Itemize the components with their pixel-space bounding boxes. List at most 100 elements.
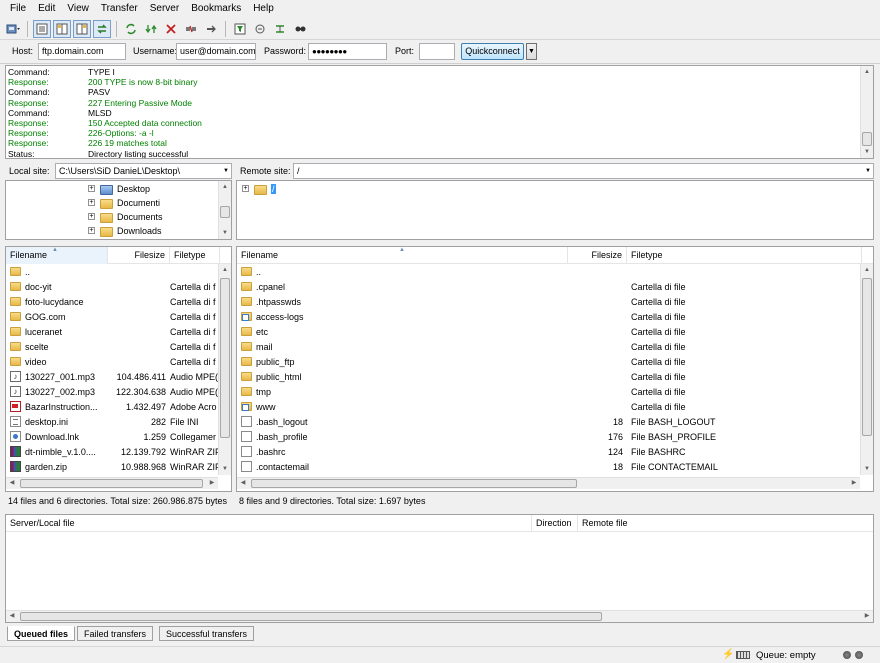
scroll-up-icon[interactable]: ▲ xyxy=(219,264,231,276)
column-filesize[interactable]: Filesize xyxy=(108,247,170,264)
file-row[interactable]: tmp Cartella di file xyxy=(237,385,860,400)
reconnect-icon[interactable] xyxy=(202,20,220,38)
remote-path-combo[interactable]: / ▼ xyxy=(293,163,874,179)
file-row[interactable]: video Cartella di f xyxy=(6,355,218,370)
file-row[interactable]: .bash_profile 176 File BASH_PROFILE xyxy=(237,430,860,445)
menu-view[interactable]: View xyxy=(61,0,95,18)
scroll-up-icon[interactable]: ▲ xyxy=(861,66,873,78)
remote-list-vscrollbar[interactable]: ▲ ▼ xyxy=(860,264,873,475)
local-path-combo[interactable]: C:\Users\SiD DanieL\Desktop\ ▼ xyxy=(55,163,232,179)
scroll-down-icon[interactable]: ▼ xyxy=(219,227,231,239)
menu-bookmarks[interactable]: Bookmarks xyxy=(185,0,247,18)
column-remote-file[interactable]: Remote file xyxy=(578,515,873,532)
local-list-vscrollbar[interactable]: ▲ ▼ xyxy=(218,264,231,475)
queue-hscrollbar[interactable]: ◀ ▶ xyxy=(6,610,873,622)
menu-transfer[interactable]: Transfer xyxy=(95,0,144,18)
file-row[interactable]: desktop.ini 282 File INI xyxy=(6,415,218,430)
scroll-up-icon[interactable]: ▲ xyxy=(861,264,873,276)
tab-failed-transfers[interactable]: Failed transfers xyxy=(77,626,154,641)
scroll-down-icon[interactable]: ▼ xyxy=(861,146,873,158)
toggle-message-log-icon[interactable] xyxy=(33,19,51,38)
file-row[interactable]: etc Cartella di file xyxy=(237,325,860,340)
cancel-icon[interactable] xyxy=(162,20,180,38)
sync-browse-icon[interactable] xyxy=(271,20,289,38)
scroll-thumb[interactable] xyxy=(20,612,602,621)
quickconnect-history-dropdown[interactable]: ▼ xyxy=(526,43,537,60)
file-row[interactable]: mail Cartella di file xyxy=(237,340,860,355)
host-input[interactable]: ftp.domain.com xyxy=(38,43,126,60)
scroll-right-icon[interactable]: ▶ xyxy=(848,478,860,489)
scroll-thumb[interactable] xyxy=(220,206,230,218)
filter-icon[interactable]: ⚡ xyxy=(722,649,734,660)
password-input[interactable]: ●●●●●●●● xyxy=(308,43,387,60)
file-row[interactable]: .. xyxy=(6,265,218,280)
column-filetype[interactable]: Filetype xyxy=(170,247,220,264)
file-row[interactable]: scelte Cartella di f xyxy=(6,340,218,355)
file-row[interactable]: .contactemail 18 File CONTACTEMAIL xyxy=(237,460,860,475)
file-row[interactable]: Download.lnk 1.259 Collegamer xyxy=(6,430,218,445)
file-row[interactable]: public_ftp Cartella di file xyxy=(237,355,860,370)
scroll-left-icon[interactable]: ◀ xyxy=(237,478,249,489)
file-row[interactable]: doc-yit Cartella di f xyxy=(6,280,218,295)
expand-icon[interactable]: + xyxy=(242,185,249,192)
scroll-thumb[interactable] xyxy=(862,278,872,436)
log-scrollbar[interactable]: ▲ ▼ xyxy=(860,66,873,158)
local-list-hscrollbar[interactable]: ◀ ▶ xyxy=(6,477,218,489)
file-row[interactable]: BazarInstruction... 1.432.497 Adobe Acro xyxy=(6,400,218,415)
search-icon[interactable] xyxy=(291,20,309,38)
username-input[interactable]: user@domain.com xyxy=(176,43,256,60)
file-row[interactable]: public_html Cartella di file xyxy=(237,370,860,385)
column-direction[interactable]: Direction xyxy=(532,515,578,532)
process-queue-icon[interactable] xyxy=(142,20,160,38)
file-row[interactable]: luceranet Cartella di f xyxy=(6,325,218,340)
file-row[interactable]: .cpanel Cartella di file xyxy=(237,280,860,295)
expand-icon[interactable]: + xyxy=(88,199,95,206)
toggle-remote-tree-icon[interactable] xyxy=(73,19,91,38)
port-input[interactable] xyxy=(419,43,455,60)
scroll-thumb[interactable] xyxy=(220,278,230,438)
toggle-local-tree-icon[interactable] xyxy=(53,19,71,38)
compare-icon[interactable] xyxy=(251,20,269,38)
file-row[interactable]: .htpasswds Cartella di file xyxy=(237,295,860,310)
menu-file[interactable]: File xyxy=(4,0,32,18)
directory-filter-icon[interactable] xyxy=(231,20,249,38)
file-row[interactable]: foto-lucydance Cartella di f xyxy=(6,295,218,310)
chevron-down-icon[interactable]: ▼ xyxy=(865,164,871,178)
remote-list-hscrollbar[interactable]: ◀ ▶ xyxy=(237,477,860,489)
file-row[interactable]: .bashrc 124 File BASHRC xyxy=(237,445,860,460)
binary-mode-icon[interactable] xyxy=(736,651,750,659)
toggle-queue-icon[interactable] xyxy=(93,19,111,38)
column-filesize[interactable]: Filesize xyxy=(568,247,627,264)
file-row[interactable]: ♪ 130227_002.mp3 122.304.638 Audio MPE( xyxy=(6,385,218,400)
menu-edit[interactable]: Edit xyxy=(32,0,61,18)
file-row[interactable]: .bash_logout 18 File BASH_LOGOUT xyxy=(237,415,860,430)
scroll-left-icon[interactable]: ◀ xyxy=(6,478,18,489)
scroll-thumb[interactable] xyxy=(862,132,872,146)
file-row[interactable]: GOG.com Cartella di f xyxy=(6,310,218,325)
tab-queued-files[interactable]: Queued files xyxy=(7,626,76,641)
menu-help[interactable]: Help xyxy=(247,0,280,18)
refresh-icon[interactable] xyxy=(122,20,140,38)
disconnect-icon[interactable] xyxy=(182,20,200,38)
file-row[interactable]: access-logs Cartella di file xyxy=(237,310,860,325)
tab-successful-transfers[interactable]: Successful transfers xyxy=(159,626,255,641)
file-row[interactable]: www Cartella di file xyxy=(237,400,860,415)
quickconnect-button[interactable]: Quickconnect xyxy=(461,43,524,60)
expand-icon[interactable]: + xyxy=(88,227,95,234)
scroll-right-icon[interactable]: ▶ xyxy=(861,611,873,622)
file-row[interactable]: dt-nimble_v.1.0.... 12.139.792 WinRAR ZIF xyxy=(6,445,218,460)
local-tree-scrollbar[interactable]: ▲ ▼ xyxy=(218,181,231,239)
file-row[interactable]: garden.zip 10.988.968 WinRAR ZIF xyxy=(6,460,218,475)
scroll-right-icon[interactable]: ▶ xyxy=(206,478,218,489)
expand-icon[interactable]: + xyxy=(88,213,95,220)
scroll-down-icon[interactable]: ▼ xyxy=(219,463,231,475)
scroll-thumb[interactable] xyxy=(20,479,203,488)
expand-icon[interactable]: + xyxy=(88,185,95,192)
scroll-down-icon[interactable]: ▼ xyxy=(861,463,873,475)
scroll-thumb[interactable] xyxy=(251,479,577,488)
menu-server[interactable]: Server xyxy=(144,0,185,18)
chevron-down-icon[interactable]: ▼ xyxy=(223,164,229,178)
file-row[interactable]: .. xyxy=(237,265,860,280)
column-filetype[interactable]: Filetype xyxy=(627,247,862,264)
site-manager-icon[interactable] xyxy=(4,20,22,38)
